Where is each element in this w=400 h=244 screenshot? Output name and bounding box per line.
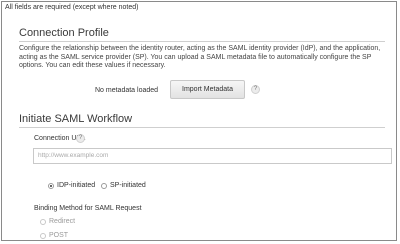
radio-unselected-icon[interactable] — [101, 182, 107, 189]
radio-unselected-icon[interactable] — [40, 218, 46, 225]
connection-url-input[interactable]: http://www.example.com — [33, 148, 392, 164]
idp-initiated-label: IDP-initiated — [57, 182, 96, 189]
saml-workflow-title: Initiate SAML Workflow — [19, 113, 133, 125]
redirect-label: Redirect — [49, 218, 76, 225]
connection-profile-title: Connection Profile — [19, 27, 109, 39]
required-fields-note: All fields are required (except where no… — [5, 4, 139, 11]
connection-profile-description: Configure the relationship between the i… — [19, 45, 381, 69]
section-divider — [19, 127, 385, 128]
redirect-binding-option[interactable]: Redirect — [40, 218, 75, 225]
sp-initiated-label: SP-initiated — [110, 182, 146, 189]
metadata-status: No metadata loaded — [95, 87, 159, 94]
help-icon[interactable]: ? — [251, 85, 260, 94]
help-icon[interactable]: ? — [76, 134, 85, 143]
binding-method-label: Binding Method for SAML Request — [34, 205, 142, 212]
post-label: POST — [49, 232, 69, 239]
section-divider — [19, 41, 385, 42]
post-binding-option[interactable]: POST — [40, 232, 68, 239]
radio-selected-icon[interactable] — [48, 182, 54, 189]
radio-unselected-icon[interactable] — [40, 232, 46, 239]
form-panel: All fields are required (except where no… — [1, 1, 397, 241]
sp-initiated-option[interactable]: SP-initiated — [101, 182, 146, 189]
import-metadata-button[interactable]: Import Metadata — [170, 80, 245, 99]
idp-initiated-option[interactable]: IDP-initiated — [48, 182, 95, 189]
